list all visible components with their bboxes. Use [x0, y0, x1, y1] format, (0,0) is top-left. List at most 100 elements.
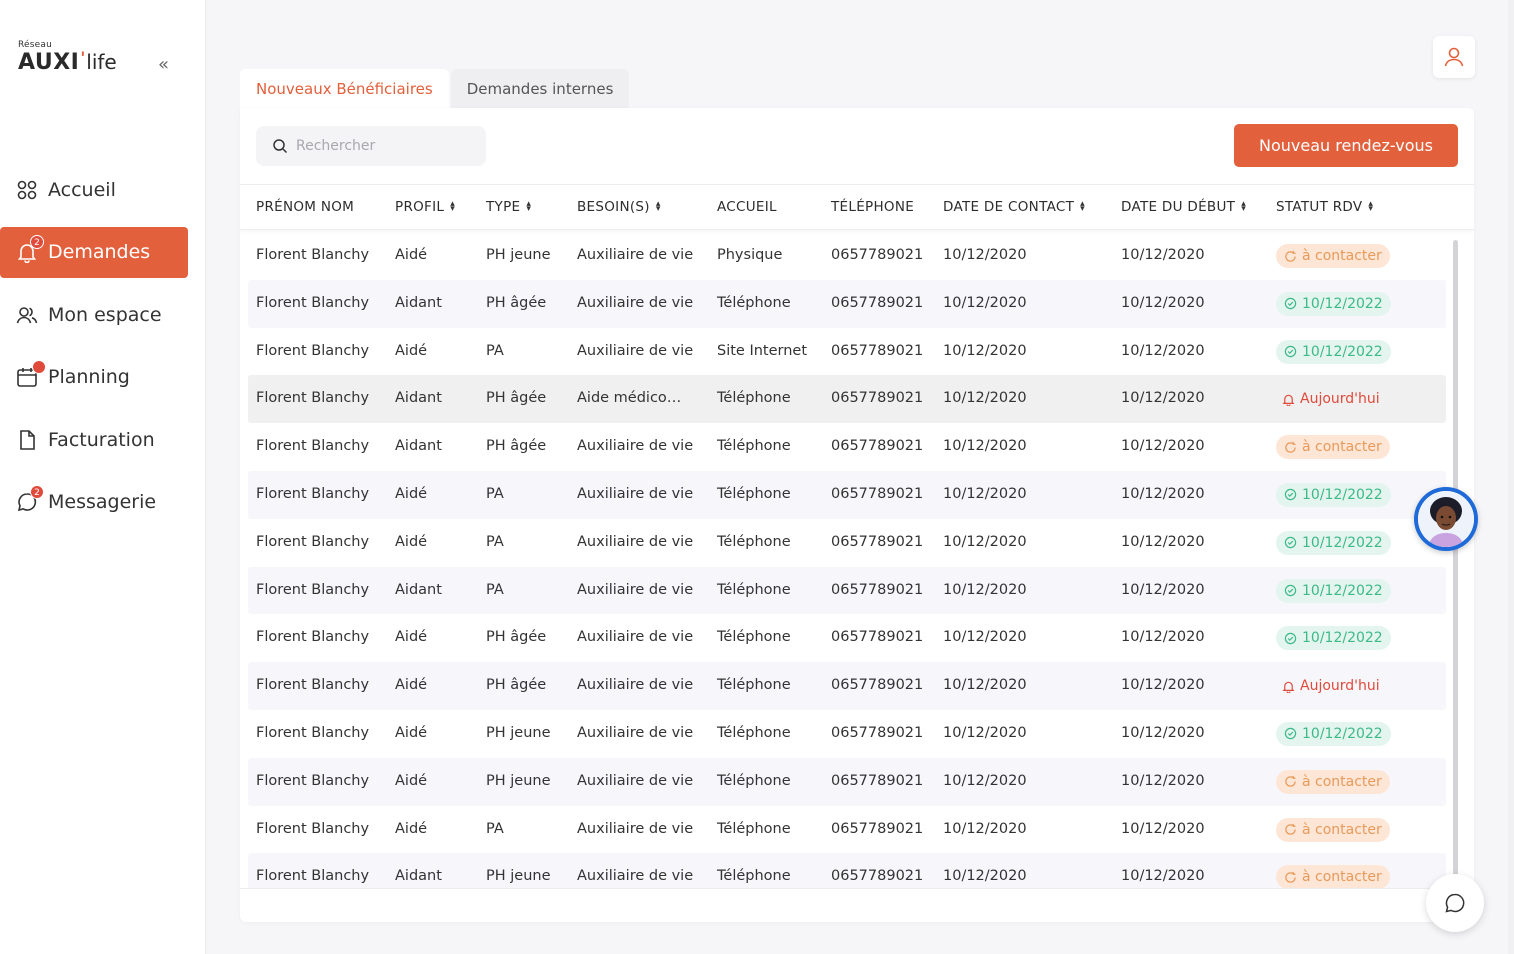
column-header[interactable]: DATE DU DÉBUT ▴ ▾ [1121, 199, 1246, 215]
status-badge[interactable]: 10/12/2022 [1276, 721, 1391, 746]
sort-icon[interactable]: ▴ ▾ [1368, 200, 1373, 214]
cell-besoin: Auxiliaire de vie [577, 247, 694, 263]
status-badge[interactable]: 10/12/2022 [1276, 578, 1391, 603]
status-badge[interactable]: Aujourd'hui [1276, 674, 1388, 698]
column-header[interactable]: BESOIN(S) ▴ ▾ [577, 199, 661, 215]
sidebar-item-messagerie[interactable]: 2 Messagerie [0, 477, 206, 528]
cell-date-debut: 10/12/2020 [1121, 247, 1205, 263]
phone-refresh-icon [1285, 871, 1296, 883]
cell-besoin: Auxiliaire de vie [577, 438, 694, 455]
sort-icon[interactable]: ▴ ▾ [450, 200, 455, 214]
tab-nouveaux-beneficiaires[interactable]: Nouveaux Bénéficiaires [240, 69, 449, 108]
table-row[interactable]: Florent Blanchy Aidé PH âgée Auxiliaire de … [248, 614, 1446, 662]
status-badge[interactable]: à contacter [1276, 435, 1390, 460]
file-icon [16, 429, 38, 451]
column-header[interactable]: PROFIL ▴ ▾ [395, 199, 455, 215]
cell-date-contact: 10/12/2020 [943, 533, 1027, 550]
cell-type: PH âgée [486, 629, 547, 646]
status-badge[interactable]: 10/12/2022 [1276, 482, 1391, 507]
cell-besoin: Auxiliaire de vie [577, 485, 694, 502]
search-input[interactable] [296, 138, 476, 154]
cell-telephone: 0657789021 [831, 629, 924, 646]
table-row[interactable]: Florent Blanchy Aidé PH jeune Auxiliaire de… [248, 757, 1446, 806]
cell-besoin: Auxiliaire de vie [577, 629, 694, 646]
column-header-label: PROFIL [395, 199, 445, 215]
alarm-icon [1282, 681, 1295, 693]
status-badge[interactable]: Aujourd'hui [1276, 387, 1388, 411]
cell-name: Florent Blanchy [256, 868, 370, 885]
status-label: à contacter [1302, 821, 1382, 838]
new-appointment-button[interactable]: Nouveau rendez-vous [1234, 124, 1458, 167]
column-header[interactable]: DATE DE CONTACT ▴ ▾ [943, 199, 1085, 215]
table-row[interactable]: Florent Blanchy Aidé PH âgée Auxiliaire de … [248, 662, 1446, 710]
cell-besoin: Auxiliaire de vie [577, 294, 694, 311]
table-row[interactable]: Florent Blanchy Aidé PA Auxiliaire de vie Té… [248, 519, 1446, 567]
cell-profil: Aidé [395, 342, 428, 359]
status-badge[interactable]: à contacter [1276, 769, 1390, 794]
cell-accueil: Téléphone [717, 724, 791, 741]
table-body: Florent Blanchy Aidé PH jeune Auxiliaire de… [248, 232, 1446, 888]
status-badge[interactable]: 10/12/2022 [1276, 530, 1391, 555]
sidebar-item-mon-espace[interactable]: Mon espace [0, 289, 206, 340]
check-circle-icon [1284, 632, 1297, 645]
beneficiaires-panel: Nouveau rendez-vous PRÉNOM NOMPROFIL▴▾TY… [240, 108, 1474, 922]
chat-button[interactable] [1426, 874, 1484, 932]
cell-type: PA [486, 533, 504, 550]
sidebar-item-accueil[interactable]: Accueil [0, 164, 206, 215]
table-row[interactable]: Florent Blanchy Aidant PH âgée Auxiliaire d… [248, 279, 1446, 328]
cell-profil: Aidé [395, 820, 428, 837]
table-row[interactable]: Florent Blanchy Aidant PH âgée Auxiliaire d… [248, 423, 1446, 471]
status-badge[interactable]: 10/12/2022 [1276, 626, 1391, 651]
status-label: Aujourd'hui [1300, 678, 1380, 695]
cell-date-contact: 10/12/2020 [943, 294, 1027, 311]
status-badge[interactable]: 10/12/2022 [1276, 339, 1391, 364]
cell-telephone: 0657789021 [831, 772, 924, 789]
cell-type: PH âgée [486, 390, 547, 407]
cell-date-debut: 10/12/2020 [1121, 868, 1205, 885]
bell-icon: 2 [16, 235, 44, 263]
cell-profil: Aidant [395, 581, 442, 598]
status-label: 10/12/2022 [1302, 486, 1383, 503]
table-row[interactable]: Florent Blanchy Aidé PA Auxiliaire de vie Té… [248, 470, 1446, 519]
column-header[interactable]: STATUT RDV ▴ ▾ [1276, 199, 1373, 215]
cell-profil: Aidé [395, 247, 428, 263]
sidebar-item-label: Facturation [48, 428, 155, 451]
sidebar-item-planning[interactable]: Planning [0, 352, 206, 403]
status-badge[interactable]: 10/12/2022 [1276, 291, 1391, 316]
table-scrollbar[interactable] [1453, 240, 1458, 880]
table-row[interactable]: Florent Blanchy Aidé PH jeune Auxiliaire de… [248, 710, 1446, 758]
cell-date-debut: 10/12/2020 [1121, 342, 1205, 359]
status-badge[interactable]: à contacter [1276, 817, 1390, 842]
column-header[interactable]: TYPE ▴ ▾ [486, 199, 531, 215]
table-row[interactable]: Florent Blanchy Aidant PA Auxiliaire de vie… [248, 566, 1446, 615]
cell-date-contact: 10/12/2020 [943, 581, 1027, 598]
sort-icon[interactable]: ▴ ▾ [526, 200, 531, 214]
table-row[interactable]: Florent Blanchy Aidant PH âgée Aide médico…… [248, 375, 1446, 424]
collapse-sidebar-icon[interactable]: « [158, 54, 169, 75]
sort-icon[interactable]: ▴ ▾ [1241, 200, 1246, 214]
table-row[interactable]: Florent Blanchy Aidé PA Auxiliaire de vie Té… [248, 806, 1446, 854]
user-profile-button[interactable] [1433, 36, 1475, 78]
brand-logo[interactable]: Réseau AUXI ' life [18, 40, 117, 76]
assistant-avatar-button[interactable] [1414, 487, 1478, 551]
cell-date-contact: 10/12/2020 [943, 868, 1027, 885]
table-row[interactable]: Florent Blanchy Aidé PA Auxiliaire de vie Si… [248, 328, 1446, 376]
sidebar-item-demandes[interactable]: 2 Demandes [0, 226, 188, 278]
cell-date-contact: 10/12/2020 [943, 629, 1027, 646]
check-circle-icon [1284, 537, 1297, 549]
grid-icon [16, 179, 38, 201]
status-badge[interactable]: à contacter [1276, 244, 1390, 268]
cell-date-contact: 10/12/2020 [943, 485, 1027, 502]
status-label: Aujourd'hui [1300, 391, 1380, 408]
tab-demandes-internes[interactable]: Demandes internes [450, 69, 630, 108]
sidebar: Réseau AUXI ' life « Accueil 2 Demandes … [0, 0, 206, 954]
table-header: PRÉNOM NOM PROFIL ▴ ▾ TYPE ▴ ▾ BESOIN(S) ▴ ▾ ACCUE… [240, 184, 1474, 230]
status-badge[interactable]: à contacter [1276, 865, 1390, 888]
sort-icon[interactable]: ▴ ▾ [1080, 200, 1085, 214]
cell-date-contact: 10/12/2020 [943, 438, 1027, 455]
table-row[interactable]: Florent Blanchy Aidant PH jeune Auxiliaire … [248, 853, 1446, 888]
sidebar-item-facturation[interactable]: Facturation [0, 414, 206, 465]
sort-icon[interactable]: ▴ ▾ [656, 200, 661, 214]
table-row[interactable]: Florent Blanchy Aidé PH jeune Auxiliaire de… [248, 232, 1446, 280]
cell-accueil: Téléphone [717, 772, 791, 789]
